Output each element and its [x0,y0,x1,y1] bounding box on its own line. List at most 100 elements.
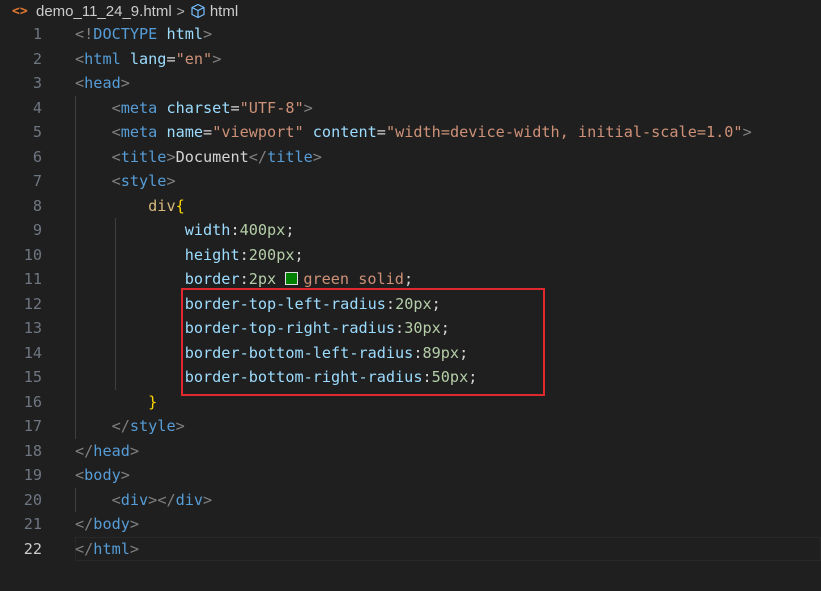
line-number: 12 [23,294,42,313]
code-token: div [175,490,204,509]
line-text: <body> [75,463,130,488]
code-token: lang [129,49,167,68]
code-line[interactable]: 3 <head> [0,71,821,96]
code-token: border [184,270,240,288]
code-token: green solid [303,270,404,288]
indent-guide [75,487,76,512]
code-line[interactable]: 19 <body> [0,463,821,488]
code-token: = [230,98,240,117]
code-line[interactable]: 22 </html> [24,536,821,561]
code-token: ; [403,270,414,288]
line-text: div{ [75,194,185,219]
code-line[interactable]: 10 height:200px; [0,242,821,268]
code-token: } [148,392,158,411]
code-line[interactable]: 7 <style> [0,169,821,194]
code-token: div [120,490,149,509]
line-text: } [75,390,157,415]
indent-guide [75,414,76,439]
line-number: 11 [23,270,42,288]
code-token: = [166,49,176,68]
line-text: </style> [75,414,185,439]
code-line[interactable]: 6 <title>Document</title> [0,144,821,169]
indent-guide [114,242,116,267]
code-line[interactable]: 12 border-top-left-radius:20px; [0,291,821,316]
code-token: Document [175,147,249,166]
indent-guide [114,218,116,243]
line-text: <style> [75,169,176,194]
indent-guide [114,365,116,390]
code-line[interactable]: 11 border:2px green solid; [0,267,821,292]
html-file-icon: <> [12,3,28,19]
code-token: style [129,417,176,435]
code-line[interactable]: 18 </head> [0,439,821,464]
indent-guide [75,95,76,120]
code-line[interactable]: 14 border-bottom-left-radius:89px; [0,340,821,365]
indent-guide [75,169,76,194]
code-line[interactable]: 17 </style> [0,414,821,439]
indent-guide [75,242,76,267]
code-token: ; [294,245,304,264]
line-number: 5 [32,123,42,141]
code-editor[interactable]: <> demo_11_24_9.html > html 1 <!DOCTYPE h… [0,0,821,591]
code-line[interactable]: 8 div{ [0,193,821,219]
code-token: > [120,466,130,484]
line-text: <div></div> [75,488,213,513]
cube-icon [191,3,205,19]
code-line[interactable]: 1 <!DOCTYPE html> [0,22,821,47]
indent-guide [75,267,76,292]
code-token: head [93,441,130,460]
code-line[interactable]: 21 </body> [0,512,821,537]
code-line[interactable]: 2 <html lang="en"> [0,47,821,72]
indent-guide [75,316,76,341]
code-token: 400px [239,221,286,239]
line-text: <html lang="en"> [75,47,221,72]
breadcrumb-node[interactable]: html [210,3,238,20]
code-line[interactable]: 9 width:400px; [0,218,821,243]
indent-guide [75,365,76,390]
code-token: body [84,466,121,484]
code-token: "width=device-width, initial-scale=1.0" [385,123,743,141]
code-token: head [84,74,121,92]
code-token: div [148,196,176,215]
code-line[interactable]: 16 } [0,389,821,415]
code-line[interactable]: 5 <meta name="viewport" content="width=d… [0,120,821,145]
code-line[interactable]: 15 border-bottom-right-radius:50px; [0,365,821,390]
code-token: </ [75,539,94,558]
code-token: </ [75,441,94,460]
breadcrumb-separator: > [176,3,185,19]
line-number: 14 [23,343,42,362]
line-text: <head> [75,71,130,96]
code-token: 20px [395,294,432,313]
code-token: : [230,221,240,239]
code-token: ></ [148,490,176,509]
code-token: > [312,147,322,166]
breadcrumb-file[interactable]: demo_11_24_9.html [36,3,172,20]
code-token: > [129,539,140,558]
code-lines[interactable]: 1 <!DOCTYPE html> 2 <html lang="en"> 3 <head>… [0,22,821,561]
code-token: width [184,221,231,239]
line-number: 7 [32,172,42,190]
line-number: 6 [32,147,42,166]
code-token: : [395,319,405,337]
line-text: <!DOCTYPE html> [75,22,212,47]
line-number: 2 [32,49,42,68]
line-text: border-bottom-right-radius:50px; [75,365,478,390]
color-swatch-icon[interactable] [285,272,299,285]
code-token: = [203,123,213,141]
line-text: height:200px; [75,243,304,268]
code-token: </ [111,417,130,435]
line-text: <meta name="viewport" content="width=dev… [75,120,752,145]
code-line[interactable]: 4 <meta charset="UTF-8"> [0,95,821,120]
code-token: 2px [248,270,286,288]
code-token: > [203,25,213,43]
code-line[interactable]: 20 <div></div> [0,487,821,513]
code-line[interactable]: 13 border-top-right-radius:30px; [0,316,821,341]
code-token: > [212,49,222,68]
indent-guide [114,340,116,365]
code-token: height [184,245,240,264]
